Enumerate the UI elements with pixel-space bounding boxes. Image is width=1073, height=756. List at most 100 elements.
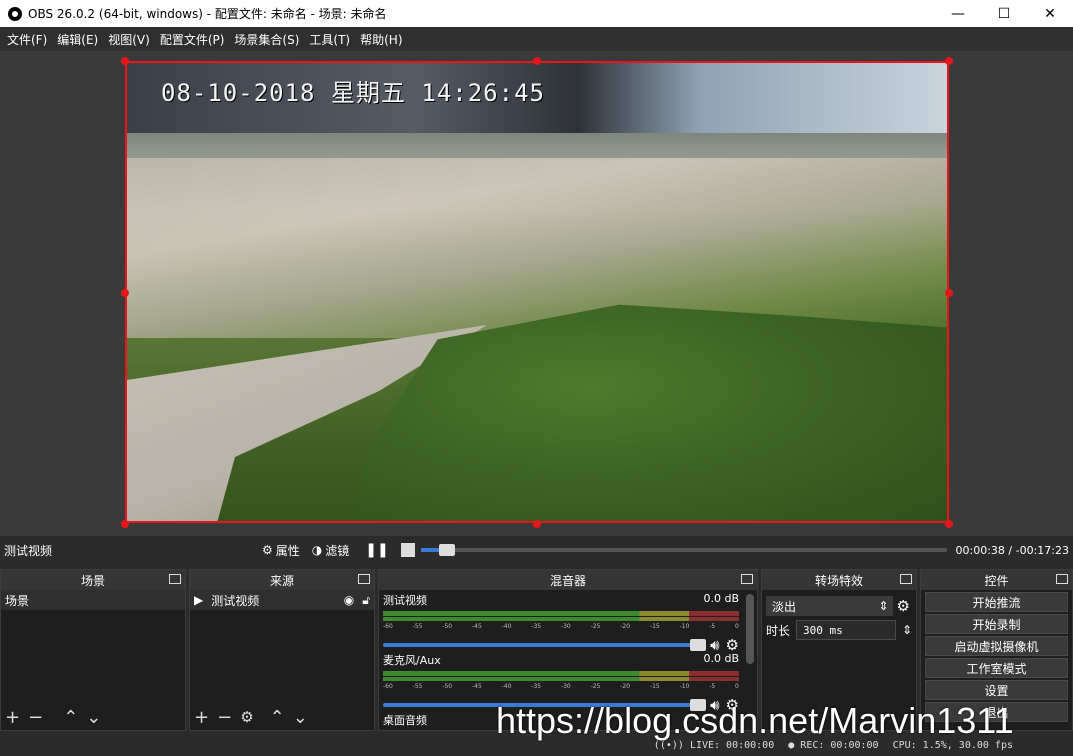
resize-handle-right[interactable]: [945, 289, 953, 297]
mixer-title: 混音器: [549, 573, 586, 588]
updown-icon: ⇕: [878, 599, 889, 613]
scenes-header: 场景: [1, 570, 185, 590]
volume-meter: [383, 671, 739, 676]
transition-select-value: 淡出: [772, 599, 797, 614]
resize-handle-bl[interactable]: [121, 520, 129, 528]
scenes-footer: + − ⌃ ⌄: [1, 704, 185, 730]
undock-icon[interactable]: [169, 574, 181, 584]
media-seek-bar[interactable]: [420, 544, 947, 556]
close-button[interactable]: ✕: [1027, 0, 1073, 27]
duration-spinbox[interactable]: 300 ms: [796, 620, 896, 640]
resize-handle-bottom[interactable]: [533, 520, 541, 528]
mixer-header: 混音器: [379, 570, 757, 590]
menu-view[interactable]: 视图(V): [103, 31, 155, 48]
eye-icon[interactable]: ◉: [344, 593, 354, 607]
channel-name: 麦克风/Aux: [383, 654, 441, 667]
move-up-icon[interactable]: ⌃: [270, 707, 285, 728]
selected-source-name: 测试视频: [4, 543, 53, 558]
channel-db: 0.0 dB: [703, 592, 739, 605]
menu-edit[interactable]: 编辑(E): [52, 31, 103, 48]
sources-dock: 来源 ▶ 测试视频 ◉ 🔓︎ + − ⚙ ⌃ ⌄: [189, 569, 375, 731]
scenes-dock: 场景 场景 + − ⌃ ⌄: [0, 569, 186, 731]
resize-handle-tl[interactable]: [121, 57, 129, 65]
resize-handle-tr[interactable]: [945, 57, 953, 65]
undock-icon[interactable]: [900, 574, 912, 584]
start-virtual-camera-button[interactable]: 启动虚拟摄像机: [925, 636, 1068, 656]
scenes-title: 场景: [80, 573, 105, 588]
remove-icon[interactable]: −: [217, 707, 232, 728]
scene-item[interactable]: 场景: [1, 590, 185, 610]
source-item-label: 测试视频: [211, 593, 260, 608]
transition-select[interactable]: 淡出 ⇕: [766, 596, 893, 616]
resize-handle-br[interactable]: [945, 520, 953, 528]
source-item[interactable]: ▶ 测试视频 ◉ 🔓︎: [190, 590, 374, 610]
controls-header: 控件: [921, 570, 1072, 590]
meter-ticks: -60 -55 -50 -45 -40 -35 -30 -25 -20 -15 -10 -5 0: [383, 683, 739, 690]
transitions-header: 转场特效: [762, 570, 916, 590]
duration-value: 300 ms: [803, 623, 843, 637]
properties-button[interactable]: ⚙ 属性: [262, 542, 300, 559]
gear-icon[interactable]: ⚙: [240, 708, 253, 726]
gear-icon[interactable]: ⚙: [897, 597, 910, 615]
sources-footer: + − ⚙ ⌃ ⌄: [190, 704, 374, 730]
video-preview[interactable]: 08-10-2018 星期五 14:26:45: [125, 61, 949, 523]
volume-meter: [383, 617, 739, 621]
volume-meter: [383, 677, 739, 681]
sources-title: 来源: [269, 573, 294, 588]
settings-button[interactable]: 设置: [925, 680, 1068, 700]
preview-ground: [127, 158, 947, 338]
meter-ticks: -60 -55 -50 -45 -40 -35 -30 -25 -20 -15 -10 -5 0: [383, 623, 739, 630]
undock-icon[interactable]: [1056, 574, 1068, 584]
camera-timestamp: 08-10-2018 星期五 14:26:45: [161, 79, 545, 107]
filter-icon: ◑: [311, 543, 323, 557]
preview-canvas[interactable]: 08-10-2018 星期五 14:26:45: [0, 51, 1073, 536]
title-bar: OBS 26.0.2 (64-bit, windows) - 配置文件: 未命名…: [0, 0, 1073, 27]
channel-db: 0.0 dB: [703, 652, 739, 665]
spin-arrows-icon[interactable]: ⇕: [902, 623, 912, 637]
undock-icon[interactable]: [741, 574, 753, 584]
mixer-scrollbar[interactable]: [746, 594, 754, 664]
menu-help[interactable]: 帮助(H): [355, 31, 407, 48]
stop-icon[interactable]: [400, 543, 415, 557]
filters-button[interactable]: ◑ 滤镜: [312, 542, 350, 559]
channel-name: 测试视频: [383, 594, 427, 607]
add-icon[interactable]: +: [194, 707, 209, 728]
volume-slider[interactable]: [383, 639, 707, 651]
resize-handle-top[interactable]: [533, 57, 541, 65]
volume-meter: [383, 611, 739, 616]
add-icon[interactable]: +: [5, 707, 20, 728]
properties-label: 属性: [275, 543, 300, 558]
media-source-icon: ▶: [194, 593, 204, 607]
menu-bar: 文件(F) 编辑(E) 视图(V) 配置文件(P) 场景集合(S) 工具(T) …: [0, 27, 1073, 51]
media-time: 00:00:38 / -00:17:23: [955, 543, 1069, 557]
seek-handle[interactable]: [438, 544, 455, 556]
controls-title: 控件: [984, 573, 1009, 588]
undock-icon[interactable]: [358, 574, 370, 584]
move-up-icon[interactable]: ⌃: [63, 707, 78, 728]
pause-icon[interactable]: ❚❚: [365, 542, 388, 558]
filters-label: 滤镜: [325, 543, 350, 558]
move-down-icon[interactable]: ⌄: [293, 707, 308, 728]
menu-file[interactable]: 文件(F): [2, 31, 52, 48]
channel-name: 桌面音频: [383, 714, 427, 727]
watermark-text: https://blog.csdn.net/Marvin1311: [496, 700, 1014, 741]
move-down-icon[interactable]: ⌄: [86, 707, 101, 728]
remove-icon[interactable]: −: [28, 707, 43, 728]
mixer-channel: 测试视频 0.0 dB -60 -55 -50 -45 -40 -35 -30 -25 -20-…: [379, 590, 757, 654]
studio-mode-button[interactable]: 工作室模式: [925, 658, 1068, 678]
lock-icon[interactable]: 🔓︎: [362, 593, 370, 608]
menu-tools[interactable]: 工具(T): [304, 31, 355, 48]
start-recording-button[interactable]: 开始录制: [925, 614, 1068, 634]
menu-scene-collection[interactable]: 场景集合(S): [229, 31, 304, 48]
sources-header: 来源: [190, 570, 374, 590]
start-streaming-button[interactable]: 开始推流: [925, 592, 1068, 612]
resize-handle-left[interactable]: [121, 289, 129, 297]
duration-label: 时长: [766, 623, 791, 638]
obs-logo-icon: [8, 6, 22, 21]
maximize-button[interactable]: ☐: [981, 0, 1027, 27]
minimize-button[interactable]: —: [935, 0, 981, 27]
source-toolbar: 测试视频 ⚙ 属性 ◑ 滤镜 ❚❚ 00:00:38 / -00:17:23: [0, 536, 1073, 564]
window-title: OBS 26.0.2 (64-bit, windows) - 配置文件: 未命名…: [28, 7, 387, 21]
menu-profile[interactable]: 配置文件(P): [155, 31, 230, 48]
gear-icon: ⚙: [262, 543, 273, 557]
